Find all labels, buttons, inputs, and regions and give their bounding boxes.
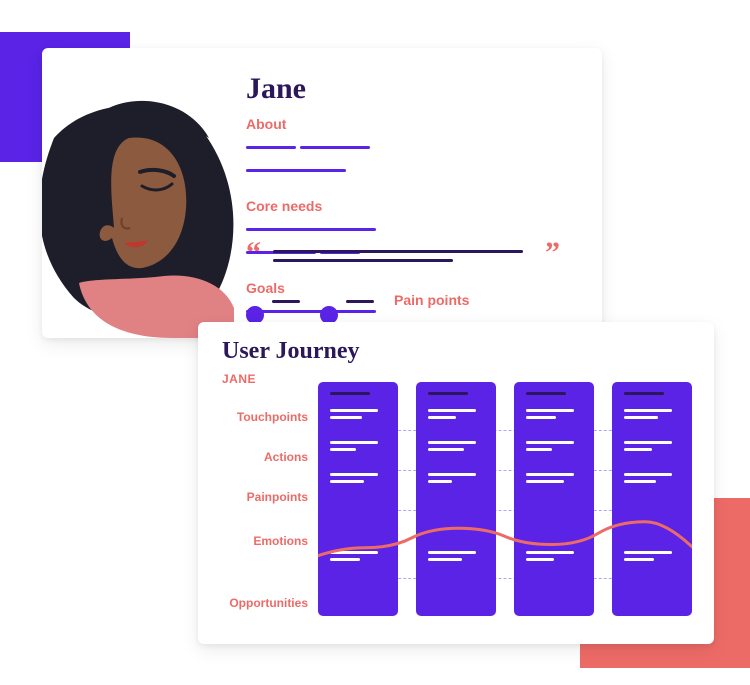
row-label-emotions: Emotions	[222, 534, 308, 548]
persona-name: Jane	[246, 72, 306, 106]
row-label-actions: Actions	[222, 450, 308, 464]
persona-quote: “ ”	[246, 244, 586, 268]
section-heading: Pain points	[394, 292, 586, 308]
persona-section-about: About	[246, 116, 406, 184]
journey-stage-4	[612, 382, 692, 616]
quote-open-icon: “	[246, 244, 261, 262]
section-heading: Core needs	[246, 198, 406, 214]
journey-card: User Journey JANE Touchpoints Actions Pa…	[198, 322, 714, 644]
row-label-touchpoints: Touchpoints	[222, 410, 308, 424]
journey-stage-2	[416, 382, 496, 616]
section-heading: About	[246, 116, 406, 132]
row-label-painpoints: Painpoints	[222, 490, 308, 504]
persona-card: Jane About Core needs Goals Motivation “	[42, 48, 602, 338]
journey-stage-3	[514, 382, 594, 616]
row-label-opportunities: Opportunities	[222, 596, 308, 610]
persona-avatar-illustration	[42, 78, 249, 338]
journey-stage-1	[318, 382, 398, 616]
quote-close-icon: ”	[545, 244, 560, 262]
journey-title: User Journey	[222, 338, 360, 365]
